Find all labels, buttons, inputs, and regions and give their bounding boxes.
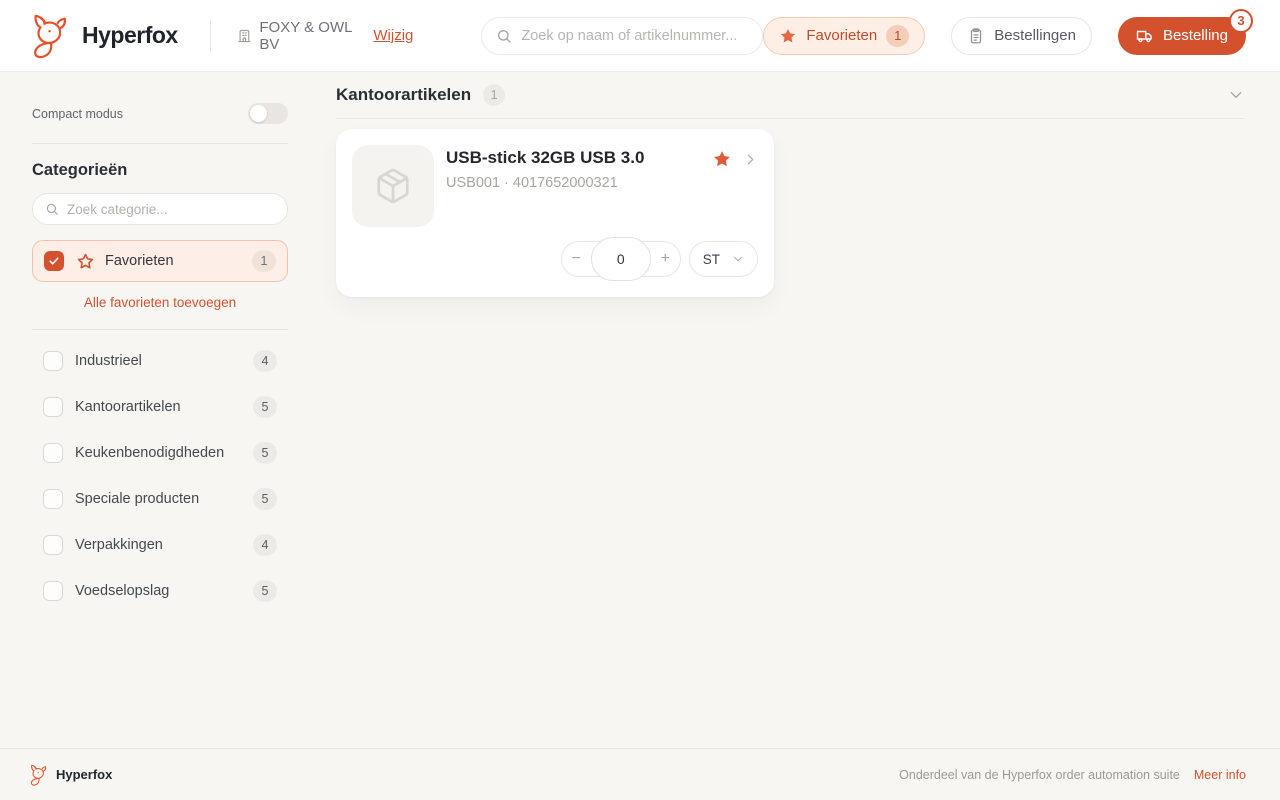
sidebar-item-favorites[interactable]: Favorieten 1: [32, 240, 288, 282]
category-label: Keukenbenodigdheden: [75, 445, 225, 461]
category-checkbox[interactable]: [43, 443, 63, 463]
quantity-plus-button[interactable]: +: [651, 241, 680, 277]
product-search-input[interactable]: [521, 27, 749, 44]
search-icon: [45, 202, 59, 216]
order-cart-button[interactable]: Bestelling 3: [1117, 8, 1253, 55]
sidebar-item-verpakkingen[interactable]: Verpakkingen 4: [32, 522, 288, 568]
compact-mode-label: Compact modus: [32, 106, 124, 121]
categories-title: Categorieën: [32, 161, 128, 179]
category-count-badge: 5: [253, 580, 277, 602]
footer-brand-name: Hyperfox: [56, 767, 113, 782]
category-checkbox[interactable]: [43, 535, 63, 555]
sidebar-item-kantoorartikelen[interactable]: Kantoorartikelen 5: [32, 384, 288, 430]
brand-name: Hyperfox: [82, 22, 178, 48]
category-list: Industrieel 4 Kantoorartikelen 5 Keukenb…: [32, 338, 288, 614]
quantity-stepper: − +: [560, 237, 681, 281]
favorites-count-badge: 1: [886, 24, 910, 47]
product-thumbnail: [352, 145, 434, 227]
category-count-badge: 5: [253, 488, 277, 510]
category-label: Voedselopslag: [75, 583, 170, 599]
category-count-badge: 5: [253, 396, 277, 418]
building-icon: [237, 27, 252, 45]
product-code: USB001 · 4017652000321: [446, 175, 618, 191]
footer-brand: Hyperfox: [28, 764, 112, 786]
quantity-minus-button[interactable]: −: [562, 241, 591, 277]
add-all-favorites-link[interactable]: Alle favorieten toevoegen: [32, 295, 288, 310]
main-content: Kantoorartikelen 1 USB-stick 32GB USB 3.…: [336, 72, 1244, 748]
favorites-button[interactable]: Favorieten 1: [763, 16, 926, 55]
company-name: FOXY & OWL BV: [259, 18, 352, 53]
star-outline-icon: [76, 252, 95, 271]
header-divider: [209, 20, 211, 51]
favorite-star-icon[interactable]: [712, 149, 732, 169]
body: Compact modus Categorieën Favorieten 1 A…: [0, 72, 1280, 748]
search-icon: [496, 28, 512, 44]
product-card: USB-stick 32GB USB 3.0 USB001 · 40176520…: [336, 129, 774, 297]
hyperfox-logo-icon: [28, 764, 50, 786]
sidebar-item-industrieel[interactable]: Industrieel 4: [32, 338, 288, 384]
package-icon: [374, 167, 412, 205]
category-count-badge: 4: [253, 534, 277, 556]
sidebar-item-keukenbenodigdheden[interactable]: Keukenbenodigdheden 5: [32, 430, 288, 476]
category-checkbox[interactable]: [43, 397, 63, 417]
category-count-badge: 4: [253, 350, 277, 372]
section-header: Kantoorartikelen 1: [336, 72, 1244, 119]
category-checkbox[interactable]: [43, 581, 63, 601]
category-label: Kantoorartikelen: [75, 399, 181, 415]
category-search: [32, 193, 288, 225]
sidebar-divider: [32, 143, 288, 144]
favorites-count-badge: 1: [252, 250, 276, 272]
sidebar: Compact modus Categorieën Favorieten 1 A…: [0, 72, 304, 748]
sidebar-item-voedselopslag[interactable]: Voedselopslag 5: [32, 568, 288, 614]
star-icon: [779, 27, 797, 45]
section-count-badge: 1: [483, 84, 506, 106]
category-search-input[interactable]: [67, 201, 275, 217]
footer: Hyperfox Onderdeel van de Hyperfox order…: [0, 748, 1280, 800]
compact-mode-row: Compact modus: [32, 103, 288, 124]
footer-right: Onderdeel van de Hyperfox order automati…: [899, 768, 1246, 782]
truck-icon: [1136, 27, 1154, 45]
orders-button[interactable]: Bestellingen: [951, 16, 1092, 55]
order-cart-button-label: Bestelling: [1162, 27, 1228, 44]
orders-button-label: Bestellingen: [994, 27, 1076, 44]
chevron-down-icon[interactable]: [1228, 87, 1244, 103]
toggle-knob: [250, 105, 267, 122]
category-label: Verpakkingen: [75, 537, 163, 553]
compact-mode-toggle[interactable]: [248, 103, 288, 124]
category-checkbox[interactable]: [43, 489, 63, 509]
product-info: USB-stick 32GB USB 3.0 USB001 · 40176520…: [446, 145, 700, 227]
hyperfox-logo-icon: [28, 13, 74, 59]
product-card-top: USB-stick 32GB USB 3.0 USB001 · 40176520…: [352, 145, 758, 227]
footer-tagline: Onderdeel van de Hyperfox order automati…: [899, 767, 1180, 782]
clipboard-icon: [967, 27, 985, 45]
product-card-bottom: − + ST: [352, 237, 758, 281]
section-title: Kantoorartikelen: [336, 85, 472, 104]
change-company-link[interactable]: Wijzig: [373, 27, 413, 44]
category-label: Industrieel: [75, 353, 142, 369]
product-search: [481, 16, 764, 55]
more-info-link[interactable]: Meer info: [1194, 768, 1246, 782]
sidebar-item-speciale-producten[interactable]: Speciale producten 5: [32, 476, 288, 522]
product-actions: [712, 145, 758, 227]
unit-value: ST: [702, 251, 720, 267]
category-checkbox[interactable]: [43, 351, 63, 371]
check-icon: [48, 255, 60, 267]
category-count-badge: 5: [253, 442, 277, 464]
company-section: FOXY & OWL BV Wijzig: [237, 18, 413, 53]
app: Hyperfox FOXY & OWL BV Wijzig Favorieten…: [0, 0, 1280, 800]
header-actions: Favorieten 1 Bestellingen Bestelling 3: [763, 8, 1253, 55]
cart-count-badge: 3: [1229, 8, 1253, 33]
chevron-down-icon: [732, 253, 744, 265]
header: Hyperfox FOXY & OWL BV Wijzig Favorieten…: [0, 0, 1280, 72]
favorites-checkbox[interactable]: [44, 251, 64, 271]
unit-select[interactable]: ST: [688, 241, 758, 277]
category-label: Speciale producten: [75, 491, 200, 507]
chevron-right-icon[interactable]: [743, 152, 758, 167]
brand: Hyperfox: [28, 13, 178, 59]
quantity-input[interactable]: [590, 237, 651, 281]
product-title: USB-stick 32GB USB 3.0: [446, 148, 645, 167]
sidebar-divider: [32, 329, 288, 330]
favorites-button-label: Favorieten: [806, 27, 878, 44]
favorites-label: Favorieten: [105, 253, 174, 269]
